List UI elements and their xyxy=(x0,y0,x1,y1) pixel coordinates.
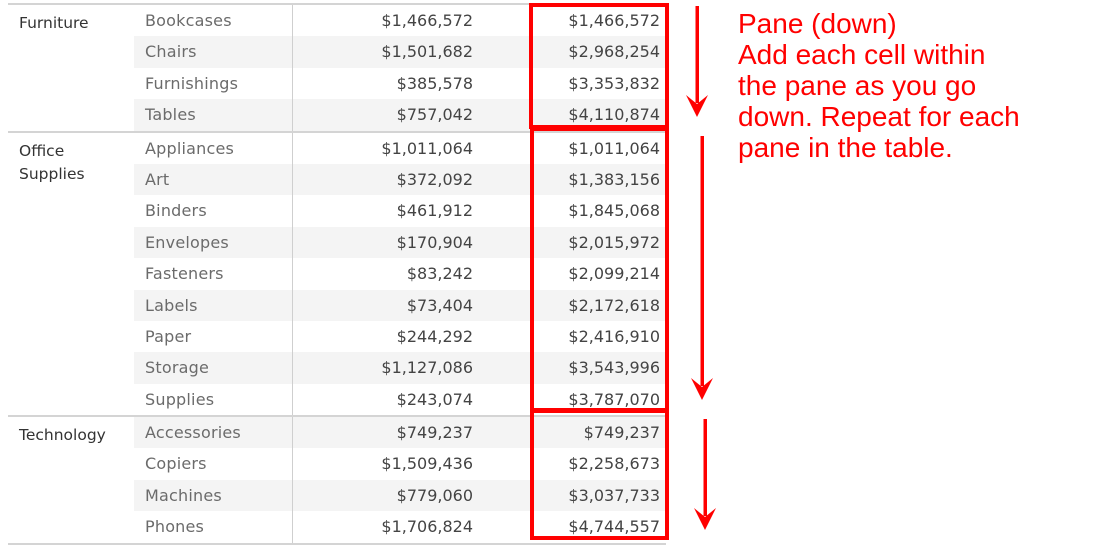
arrow-down-icon xyxy=(686,6,708,117)
annotation-line: down. Repeat for each xyxy=(738,101,1020,132)
sub-category-label[interactable]: Furnishings xyxy=(145,74,238,93)
sub-category-label[interactable]: Binders xyxy=(145,201,207,220)
sub-category-label[interactable]: Paper xyxy=(145,327,191,346)
column-divider xyxy=(292,417,293,543)
sales-value[interactable]: $749,237 xyxy=(397,423,473,442)
sales-value[interactable]: $83,242 xyxy=(407,264,473,283)
pane-highlight-box xyxy=(530,127,669,412)
column-divider xyxy=(292,5,293,131)
sales-value[interactable]: $1,011,064 xyxy=(381,139,473,158)
sub-category-label[interactable]: Fasteners xyxy=(145,264,224,283)
arrow-down-icon xyxy=(694,419,716,530)
sub-category-label[interactable]: Appliances xyxy=(145,139,234,158)
sales-value[interactable]: $244,292 xyxy=(397,327,473,346)
annotation-line: the pane as you go xyxy=(738,70,977,101)
sales-value[interactable]: $1,466,572 xyxy=(381,11,473,30)
annotation-line: pane in the table. xyxy=(738,132,953,163)
sales-value[interactable]: $73,404 xyxy=(407,296,473,315)
sub-category-label[interactable]: Tables xyxy=(145,105,196,124)
sales-value[interactable]: $1,706,824 xyxy=(381,517,473,536)
sub-category-label[interactable]: Chairs xyxy=(145,42,197,61)
sub-category-label[interactable]: Phones xyxy=(145,517,204,536)
sub-category-label[interactable]: Art xyxy=(145,170,169,189)
sales-value[interactable]: $243,074 xyxy=(397,390,473,409)
annotation-line: Pane (down) xyxy=(738,8,897,39)
category-label[interactable]: Furniture xyxy=(19,12,129,35)
sub-category-label[interactable]: Machines xyxy=(145,486,222,505)
sub-category-label[interactable]: Storage xyxy=(145,358,209,377)
sales-value[interactable]: $170,904 xyxy=(397,233,473,252)
arrow-down-icon xyxy=(691,136,713,400)
sales-value[interactable]: $757,042 xyxy=(397,105,473,124)
sub-category-label[interactable]: Envelopes xyxy=(145,233,229,252)
pane-highlight-box xyxy=(530,409,669,540)
sales-value[interactable]: $1,509,436 xyxy=(381,454,473,473)
category-label[interactable]: Technology xyxy=(19,424,129,447)
annotation-note: Pane (down) Add each cell within the pan… xyxy=(738,8,1108,163)
annotation-line: Add each cell within xyxy=(738,39,986,70)
sub-category-label[interactable]: Supplies xyxy=(145,390,214,409)
sub-category-label[interactable]: Labels xyxy=(145,296,198,315)
sub-category-label[interactable]: Bookcases xyxy=(145,11,232,30)
sub-category-label[interactable]: Copiers xyxy=(145,454,207,473)
category-label[interactable]: Office Supplies xyxy=(19,140,129,186)
sales-value[interactable]: $461,912 xyxy=(397,201,473,220)
sales-value[interactable]: $372,092 xyxy=(397,170,473,189)
sales-value[interactable]: $1,501,682 xyxy=(381,42,473,61)
sales-value[interactable]: $779,060 xyxy=(397,486,473,505)
pane-highlight-box xyxy=(529,3,669,129)
sales-value[interactable]: $385,578 xyxy=(397,74,473,93)
column-divider xyxy=(292,132,293,416)
sub-category-label[interactable]: Accessories xyxy=(145,423,241,442)
sales-value[interactable]: $1,127,086 xyxy=(381,358,473,377)
